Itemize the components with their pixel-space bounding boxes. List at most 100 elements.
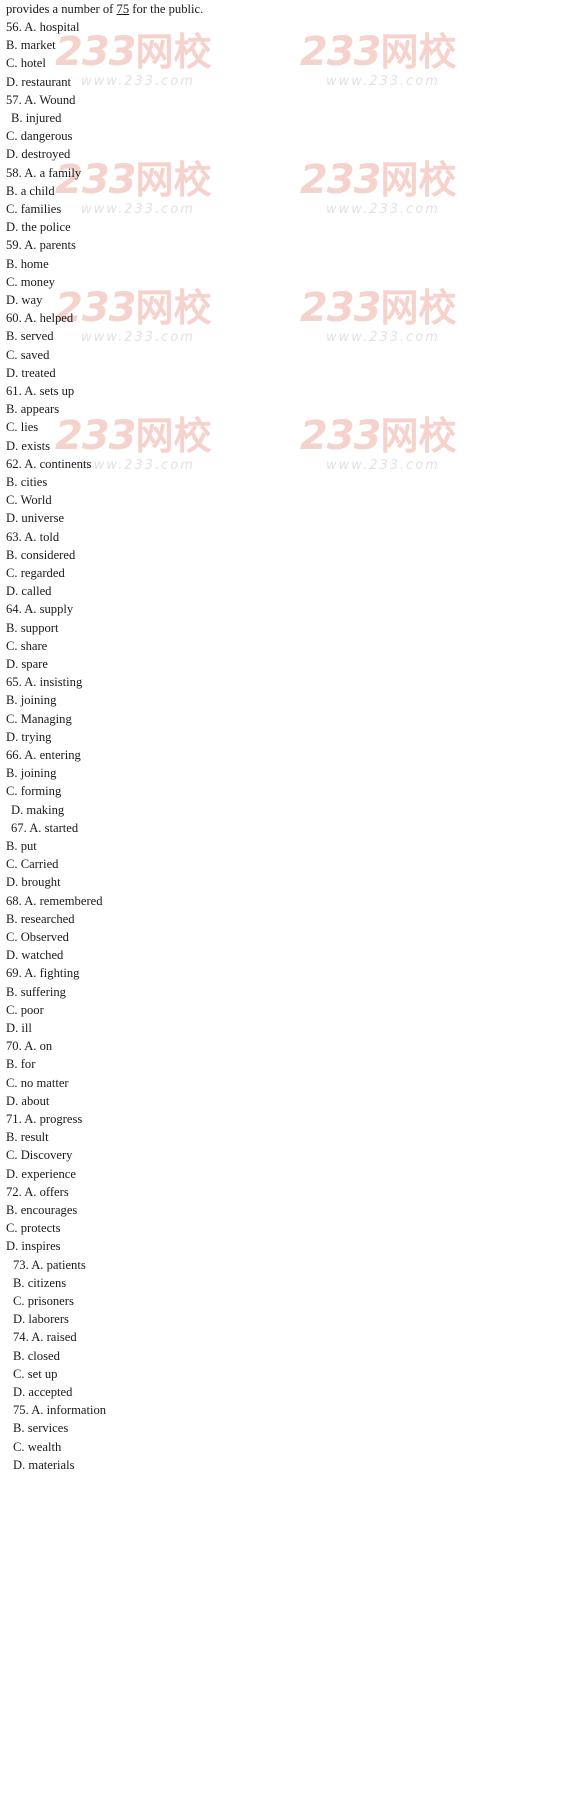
watermark-logo-text: 233网校 xyxy=(55,29,212,75)
option-line: B. services xyxy=(13,1421,69,1436)
option-line: D. materials xyxy=(13,1457,75,1472)
option-line: 72. A. offers xyxy=(6,1184,69,1199)
option-line: B. cities xyxy=(6,475,48,489)
option-line: 74. A. raised xyxy=(13,1330,77,1345)
option-line: B. closed xyxy=(13,1348,60,1363)
option-line: 65. A. insisting xyxy=(6,675,83,690)
option-line: C. money xyxy=(6,274,55,289)
option-line: D. about xyxy=(6,1093,50,1108)
option-line: B. served xyxy=(6,329,54,344)
option-line: B. put xyxy=(6,839,37,853)
option-line: D. watched xyxy=(6,948,64,963)
option-line: C. Observed xyxy=(6,930,69,944)
option-line: 62. A. continents xyxy=(6,456,92,471)
intro-blank-number: 75 xyxy=(116,2,130,16)
option-line: D. experience xyxy=(6,1166,76,1181)
document-page: 233网校 www.233.com 233网校 www.233.com 233网校 www… xyxy=(0,0,585,1800)
option-line: B. home xyxy=(6,256,49,271)
option-line: C. dangerous xyxy=(6,129,73,144)
option-line: B. encourages xyxy=(6,1203,78,1217)
option-line: 75. A. information xyxy=(13,1403,107,1418)
option-line: 60. A. helped xyxy=(6,311,74,326)
option-line: B. joining xyxy=(6,766,57,781)
watermark-url-text: www.233.com xyxy=(81,202,195,217)
option-line: C. Carried xyxy=(6,857,59,872)
option-line: D. inspires xyxy=(6,1239,61,1254)
option-line: B. suffering xyxy=(6,984,66,999)
option-line: 70. A. on xyxy=(6,1039,53,1054)
option-line: D. spare xyxy=(6,657,48,671)
option-line: B. appears xyxy=(6,402,60,417)
watermark-logo-text: 233网校 xyxy=(55,157,212,203)
option-line: 67. A. started xyxy=(11,820,79,835)
option-line: D. brought xyxy=(6,875,61,890)
option-line: D. laborers xyxy=(13,1312,69,1327)
option-line: 68. A. remembered xyxy=(6,893,103,908)
option-line: C. forming xyxy=(6,784,62,799)
option-line: 71. A. progress xyxy=(6,1112,83,1126)
watermark-233wangxiao: 233网校 www.233.com xyxy=(300,32,500,89)
option-line: 73. A. patients xyxy=(13,1257,86,1272)
option-line: D. accepted xyxy=(13,1385,73,1399)
option-line: D. universe xyxy=(6,511,65,526)
intro-text-after: for the public. xyxy=(129,2,204,16)
option-line: B. support xyxy=(6,620,59,635)
option-line: B. result xyxy=(6,1130,49,1145)
watermark-url-text: www.233.com xyxy=(326,74,440,89)
option-line: B. market xyxy=(6,38,56,53)
option-line: B. joining xyxy=(6,693,57,708)
option-line: C. lies xyxy=(6,420,39,435)
option-line: C. prisoners xyxy=(13,1294,74,1308)
option-line: C. share xyxy=(6,638,48,653)
watermark-logo-text: 233网校 xyxy=(300,285,457,331)
watermark-url-text: www.233.com xyxy=(326,458,440,473)
watermark-233wangxiao: 233网校 www.233.com xyxy=(300,288,500,345)
option-line: D. way xyxy=(6,293,43,307)
option-line: C. no matter xyxy=(6,1075,69,1090)
option-line: C. Discovery xyxy=(6,1148,73,1163)
option-line: C. protects xyxy=(6,1221,61,1236)
option-line: 57. A. Wound xyxy=(6,92,76,107)
option-line: C. families xyxy=(6,202,62,216)
option-line: B. citizens xyxy=(13,1275,67,1290)
option-line: 69. A. fighting xyxy=(6,966,80,981)
watermark-233wangxiao: 233网校 www.233.com xyxy=(55,160,255,217)
option-line: 61. A. sets up xyxy=(6,384,75,398)
option-line: D. treated xyxy=(6,365,56,380)
option-line: 58. A. a family xyxy=(6,165,82,180)
watermark-url-text: www.233.com xyxy=(81,74,195,89)
option-line: D. ill xyxy=(6,1021,32,1035)
intro-line: provides a number of 75 for the public. xyxy=(6,2,203,16)
watermark-url-text: www.233.com xyxy=(326,330,440,345)
intro-text-before: provides a number of xyxy=(6,2,117,16)
option-line: 63. A. told xyxy=(6,529,60,544)
option-line: C. wealth xyxy=(13,1439,62,1454)
option-line: C. World xyxy=(6,493,52,508)
watermark-url-text: www.233.com xyxy=(326,202,440,217)
option-line: C. saved xyxy=(6,347,50,362)
option-line: B. injured xyxy=(11,111,62,125)
watermark-logo-text: 233网校 xyxy=(55,413,212,459)
watermark-logo-text: 233网校 xyxy=(55,285,212,331)
option-line: D. restaurant xyxy=(6,74,72,89)
watermark-233wangxiao: 233网校 www.233.com xyxy=(55,32,255,89)
option-line: C. Managing xyxy=(6,711,72,726)
option-line: D. destroyed xyxy=(6,147,71,162)
option-line: D. the police xyxy=(6,220,71,235)
watermark-233wangxiao: 233网校 www.233.com xyxy=(300,416,500,473)
option-line: 64. A. supply xyxy=(6,602,74,617)
option-line: D. called xyxy=(6,584,52,599)
watermark-233wangxiao: 233网校 www.233.com xyxy=(300,160,500,217)
option-line: D. making xyxy=(11,802,65,817)
watermark-url-text: www.233.com xyxy=(81,330,195,345)
option-line: C. regarded xyxy=(6,566,65,580)
option-line: B. a child xyxy=(6,183,55,198)
option-line: 66. A. entering xyxy=(6,748,81,762)
option-line: D. exists xyxy=(6,438,51,453)
option-line: B. for xyxy=(6,1057,36,1072)
option-line: B. researched xyxy=(6,911,75,926)
watermark-233wangxiao: 233网校 www.233.com xyxy=(55,288,255,345)
option-line: C. hotel xyxy=(6,56,46,71)
option-line: C. poor xyxy=(6,1002,44,1017)
option-line: D. trying xyxy=(6,729,52,744)
